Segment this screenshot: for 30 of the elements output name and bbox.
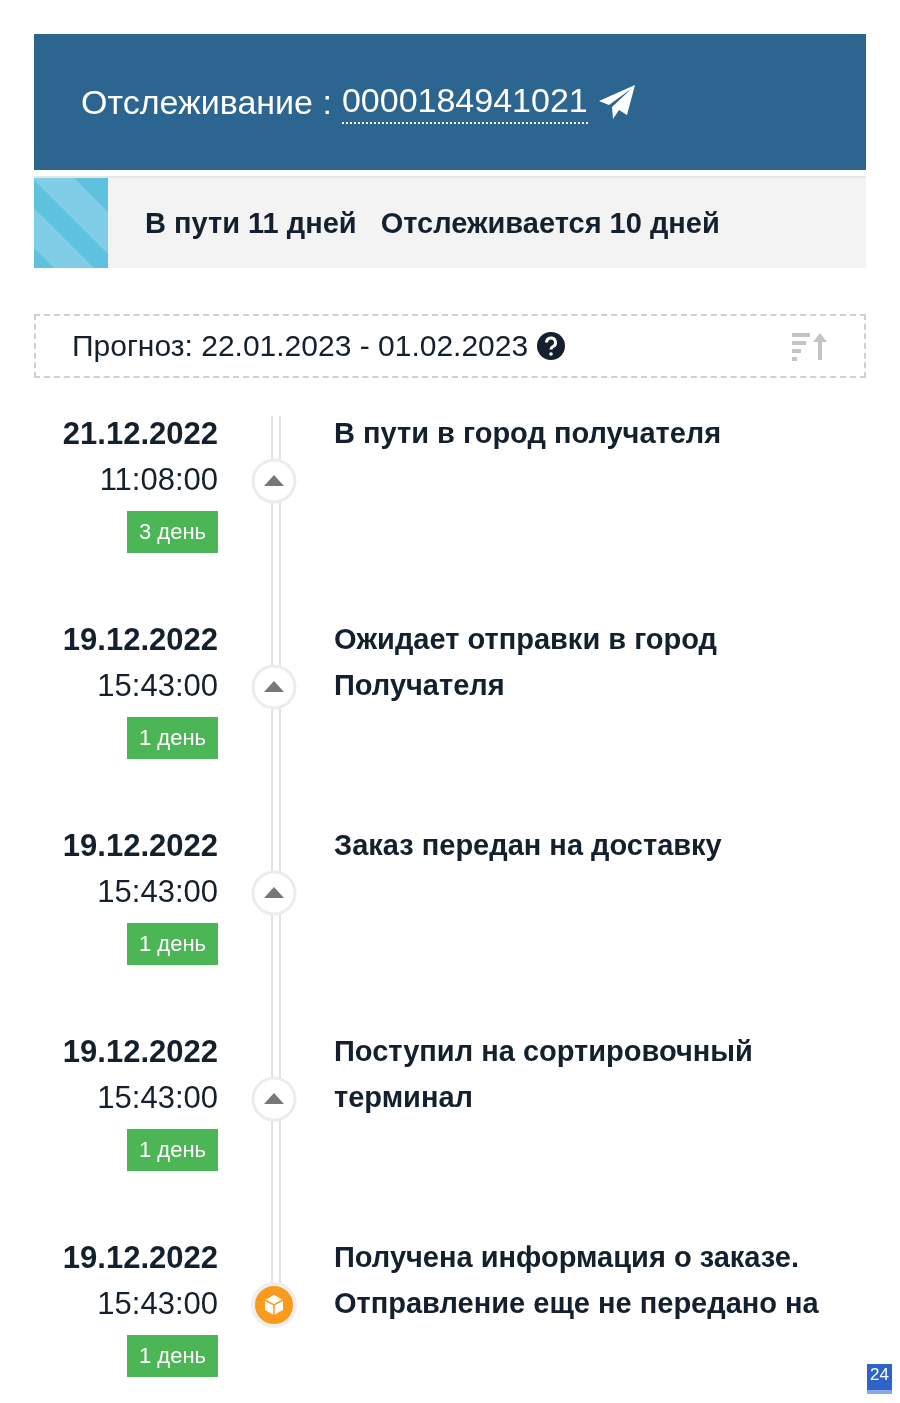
event-title: Ожидает отправки в город Получателя (334, 622, 719, 703)
forecast-text: Прогноз: 22.01.2023 - 01.02.2023 (72, 329, 529, 363)
day-count-tag: 1 день (126, 1129, 218, 1171)
tracking-label: Отслеживание : (81, 82, 332, 122)
paper-plane-icon[interactable] (597, 84, 636, 120)
event-date: 19.12.2022 (62, 622, 218, 658)
day-count-tag: 1 день (126, 717, 218, 759)
event-date: 19.12.2022 (62, 1240, 218, 1276)
event-title: Заказ передан на доставку (334, 828, 723, 863)
event-time: 15:43:00 (97, 874, 218, 910)
tracked-days: Отслеживается 10 дней (380, 206, 720, 240)
in-transit-days: В пути 11 дней (145, 206, 357, 240)
event-time: 15:43:00 (97, 668, 218, 704)
box-icon (251, 1282, 297, 1328)
help-icon[interactable] (536, 331, 567, 361)
event-title: В пути в город получателя (334, 416, 723, 451)
event-time: 15:43:00 (97, 1080, 218, 1116)
event-date: 19.12.2022 (62, 1034, 218, 1070)
corner-badge: 24 (867, 1364, 892, 1394)
striped-swatch-icon (34, 178, 108, 268)
event-title: Поступил на сортировочный терминал (334, 1034, 754, 1115)
day-count-tag: 3 день (126, 511, 218, 553)
event-date: 21.12.2022 (62, 416, 218, 452)
event-date: 19.12.2022 (62, 828, 218, 864)
day-count-tag: 1 день (126, 1335, 218, 1377)
event-time: 11:08:00 (99, 462, 218, 498)
tracking-number-link[interactable]: 0000184941021 (341, 80, 588, 124)
event-title: Получена информация о заказе. Отправление еще не передано на (334, 1240, 820, 1321)
event-time: 15:43:00 (97, 1286, 218, 1322)
day-count-tag: 1 день (126, 923, 218, 965)
